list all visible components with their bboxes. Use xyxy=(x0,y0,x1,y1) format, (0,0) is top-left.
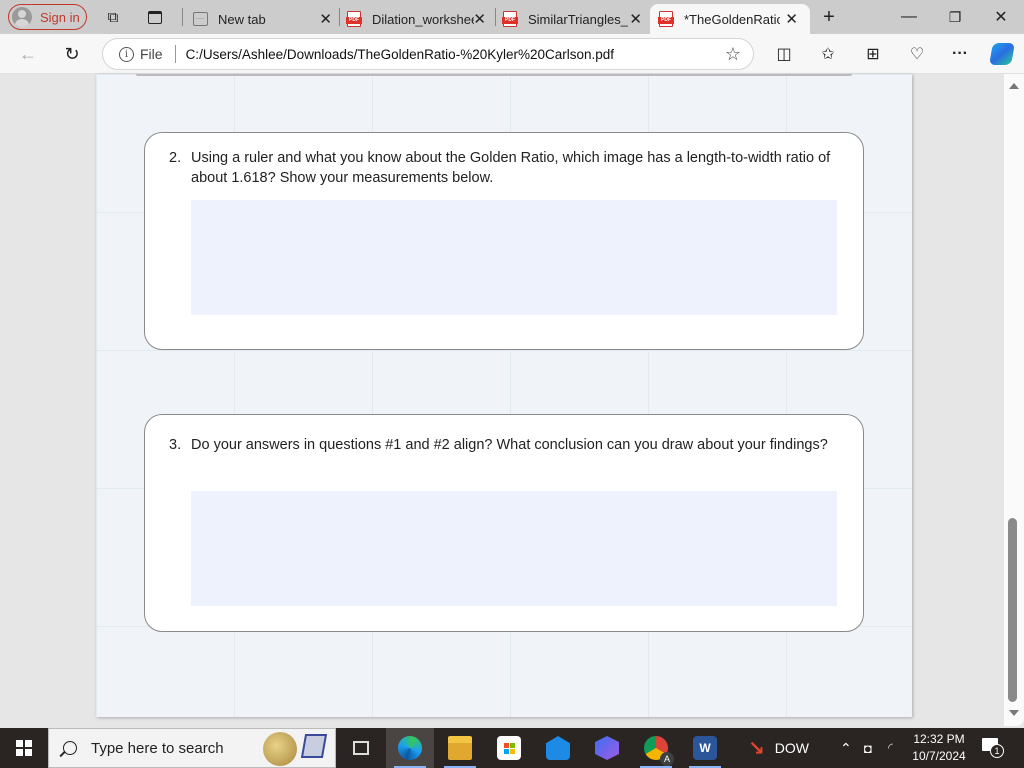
tab-dilation-worksheet[interactable]: Dilation_workshee ✕ xyxy=(338,4,494,34)
vertical-tabs-icon[interactable] xyxy=(146,8,164,26)
copilot-button[interactable] xyxy=(989,42,1015,66)
notification-center-button[interactable]: 1 xyxy=(982,736,1004,758)
search-placeholder: Type here to search xyxy=(91,739,224,757)
address-bar[interactable]: i File C:/Users/Ashlee/Downloads/TheGold… xyxy=(102,38,754,70)
mail-icon xyxy=(546,736,570,760)
scrollbar-thumb[interactable] xyxy=(1008,518,1017,702)
tab-separator xyxy=(182,8,183,26)
sign-in-label: Sign in xyxy=(40,9,80,25)
split-screen-icon[interactable]: ◫ xyxy=(772,42,796,66)
taskbar-microsoft-365[interactable] xyxy=(583,728,631,768)
scroll-up-arrow-icon[interactable] xyxy=(1009,83,1019,89)
question-card-2: 2. Using a ruler and what you know about… xyxy=(144,132,864,350)
new-tab-button[interactable]: + xyxy=(820,6,838,28)
tab-similar-triangles[interactable]: SimilarTriangles_w ✕ xyxy=(494,4,650,34)
tab-strip: Sign in ⧉ New tab ✕ Dilation_workshee ✕ … xyxy=(0,0,1024,34)
taskbar-chrome[interactable] xyxy=(632,728,680,768)
favorite-star-icon[interactable]: ☆ xyxy=(725,44,741,65)
scheme-label: File xyxy=(140,46,163,62)
windows-logo-icon xyxy=(16,740,32,756)
question-text: 2. Using a ruler and what you know about… xyxy=(169,148,847,188)
tab-new-tab[interactable]: New tab ✕ xyxy=(184,4,340,34)
avatar-icon xyxy=(12,7,32,27)
tab-golden-ratio[interactable]: *TheGoldenRatio- ✕ xyxy=(650,4,810,34)
question-number: 2. xyxy=(169,150,182,166)
stock-label: DOW xyxy=(774,740,809,756)
edge-icon xyxy=(398,736,422,760)
close-tab-icon[interactable]: ✕ xyxy=(629,10,642,28)
more-icon[interactable]: ··· xyxy=(948,42,972,66)
taskbar-edge[interactable] xyxy=(386,728,434,768)
wifi-icon[interactable]: ◜ xyxy=(888,728,893,768)
new-tab-icon xyxy=(192,12,208,26)
question-prompt: Using a ruler and what you know about th… xyxy=(191,150,831,186)
tab-label: SimilarTriangles_w xyxy=(528,11,628,27)
stock-down-trend-icon: ↘ xyxy=(748,737,765,760)
close-window-button[interactable]: ✕ xyxy=(978,6,1024,28)
pdf-icon xyxy=(346,11,362,27)
system-clock[interactable]: 12:32 PM 10/7/2024 xyxy=(908,731,970,765)
notification-count-badge: 1 xyxy=(990,744,1004,758)
taskbar-word[interactable]: W xyxy=(681,728,729,768)
windows-taskbar: Type here to search W ↘ DOW ⌃ ◘ ◜ 12:32 … xyxy=(0,728,1024,768)
restore-button[interactable]: ❐ xyxy=(932,6,978,28)
profile-sign-in-button[interactable]: Sign in xyxy=(8,4,87,30)
site-info-icon[interactable]: i xyxy=(119,46,134,62)
camera-in-use-icon[interactable]: ◘ xyxy=(864,728,872,768)
taskbar-search-box[interactable]: Type here to search xyxy=(48,728,336,768)
refresh-button[interactable]: ↻ xyxy=(60,42,84,66)
answer-field-2[interactable] xyxy=(191,200,837,315)
question-text: 3. Do your answers in questions #1 and #… xyxy=(169,435,847,455)
tab-label: *TheGoldenRatio- xyxy=(684,11,780,27)
question-prompt: Do your answers in questions #1 and #2 a… xyxy=(191,437,828,453)
search-icon xyxy=(63,741,77,755)
microsoft-store-icon xyxy=(497,736,521,760)
workspaces-icon[interactable]: ⧉ xyxy=(104,8,122,26)
pdf-page: 2. Using a ruler and what you know about… xyxy=(96,74,912,717)
file-explorer-icon xyxy=(448,736,472,760)
pdf-icon xyxy=(502,11,518,27)
pdf-icon xyxy=(658,11,674,27)
answer-field-3[interactable] xyxy=(191,491,837,606)
taskbar-file-explorer[interactable] xyxy=(436,728,484,768)
task-view-icon xyxy=(353,741,369,755)
pdf-viewer: 2. Using a ruler and what you know about… xyxy=(0,74,1024,726)
search-highlight-case-icon[interactable] xyxy=(300,734,328,758)
chrome-icon xyxy=(644,736,674,766)
favorites-icon[interactable]: ✩ xyxy=(816,42,840,66)
show-hidden-icons-button[interactable]: ⌃ xyxy=(840,728,852,768)
scroll-down-arrow-icon[interactable] xyxy=(1009,710,1019,716)
minimize-button[interactable]: — xyxy=(886,6,932,28)
microsoft-365-icon xyxy=(595,736,619,760)
address-separator xyxy=(174,45,176,63)
vertical-scrollbar[interactable] xyxy=(1004,74,1024,726)
taskbar-microsoft-store[interactable] xyxy=(485,728,533,768)
question-number: 3. xyxy=(169,437,182,453)
tab-label: Dilation_workshee xyxy=(372,11,474,27)
start-button[interactable] xyxy=(0,728,48,768)
close-tab-icon[interactable]: ✕ xyxy=(319,10,332,28)
clock-time: 12:32 PM xyxy=(913,732,965,746)
close-tab-icon[interactable]: ✕ xyxy=(473,10,486,28)
question-card-3: 3. Do your answers in questions #1 and #… xyxy=(144,414,864,632)
collections-icon[interactable]: ⊞ xyxy=(861,42,885,66)
close-tab-icon[interactable]: ✕ xyxy=(785,10,798,28)
browser-toolbar: ← ↻ i File C:/Users/Ashlee/Downloads/The… xyxy=(0,34,1024,74)
search-highlight-medal-icon[interactable] xyxy=(263,732,297,766)
taskbar-mail[interactable] xyxy=(534,728,582,768)
copilot-icon xyxy=(989,43,1015,65)
previous-card-edge xyxy=(136,74,852,76)
clock-date: 10/7/2024 xyxy=(912,749,966,763)
stock-widget[interactable]: ↘ DOW xyxy=(748,728,809,768)
back-button[interactable]: ← xyxy=(16,42,40,66)
task-view-button[interactable] xyxy=(337,728,385,768)
url-text[interactable]: C:/Users/Ashlee/Downloads/TheGoldenRatio… xyxy=(186,47,614,62)
browser-essentials-icon[interactable]: ♡ xyxy=(905,42,929,66)
tab-label: New tab xyxy=(218,11,266,27)
word-icon: W xyxy=(693,736,717,760)
